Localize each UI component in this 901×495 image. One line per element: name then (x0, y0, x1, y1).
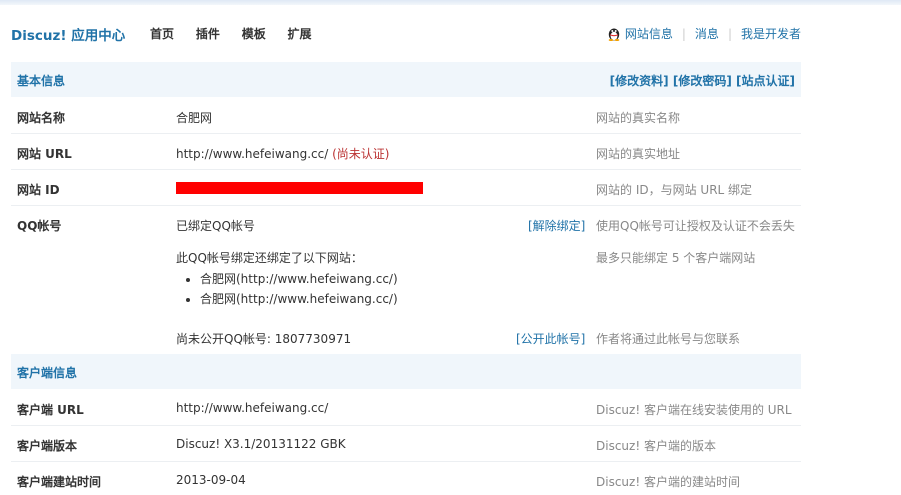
separator: | (681, 27, 686, 41)
row-site-id: 网站 ID 网站的 ID，与网站 URL 绑定 (11, 170, 801, 206)
field-value: http://www.hefeiwang.cc/ (尚未认证) (176, 145, 390, 162)
app-logo[interactable]: Discuz! 应用中心 (11, 24, 125, 44)
field-label: 客户端建站时间 (17, 475, 102, 489)
field-value: http://www.hefeiwang.cc/ (176, 401, 329, 415)
row-client-url: 客户端 URL http://www.hefeiwang.cc/ Discuz!… (11, 390, 801, 426)
field-label: 网站 ID (17, 183, 60, 197)
field-desc: Discuz! 客户端的建站时间 (596, 475, 740, 489)
make-public-link[interactable]: [公开此帐号] (516, 330, 585, 347)
nav-plugins[interactable]: 插件 (196, 25, 220, 42)
edit-profile-link[interactable]: [修改资料] (610, 74, 669, 88)
field-value: Discuz! X3.1/20131122 GBK (176, 437, 346, 451)
section-basic-info: 基本信息 [修改资料] [修改密码] [站点认证] (11, 62, 801, 97)
row-client-version: 客户端版本 Discuz! X3.1/20131122 GBK Discuz! … (11, 426, 801, 462)
nav-templates[interactable]: 模板 (242, 25, 266, 42)
row-site-url: 网站 URL http://www.hefeiwang.cc/ (尚未认证) 网… (11, 134, 801, 170)
main-nav: 首页 插件 模板 扩展 (150, 25, 330, 42)
section-client-info: 客户端信息 (11, 354, 801, 389)
header: Discuz! 应用中心 首页 插件 模板 扩展 网站信息 | 消息 | 我是开发者 (11, 16, 801, 50)
qq-desc: 使用QQ帐号可让授权及认证不会丢失 (596, 219, 795, 233)
list-item: 合肥网(http://www.hefeiwang.cc/) (200, 289, 398, 309)
unverified-status: (尚未认证) (332, 147, 390, 161)
field-label: 客户端版本 (17, 439, 78, 453)
qq-public-status: 尚未公开QQ帐号: 1807730971 (176, 332, 352, 346)
field-desc: Discuz! 客户端的版本 (596, 439, 716, 453)
row-client-build-date: 客户端建站时间 2013-09-04 Discuz! 客户端的建站时间 (11, 462, 801, 494)
section-title: 基本信息 (17, 74, 66, 88)
qq-penguin-icon (608, 28, 620, 41)
field-value: 2013-09-04 (176, 473, 246, 487)
qq-bound-text: 已绑定QQ帐号 (176, 219, 255, 233)
row-site-name: 网站名称 合肥网 网站的真实名称 (11, 98, 801, 134)
basic-actions: [修改资料] [修改密码] [站点认证] (610, 72, 795, 89)
link-developer[interactable]: 我是开发者 (741, 27, 801, 41)
redacted-site-id (176, 182, 423, 194)
nav-extensions[interactable]: 扩展 (288, 25, 312, 42)
field-label: 客户端 URL (17, 403, 84, 417)
field-label: QQ帐号 (17, 219, 62, 233)
contact-desc: 作者将通过此帐号与您联系 (596, 332, 741, 346)
link-site-info[interactable]: 网站信息 (625, 27, 673, 41)
change-password-link[interactable]: [修改密码] (673, 74, 732, 88)
field-label: 网站名称 (17, 111, 66, 125)
also-bound-text: 此QQ帐号绑定还绑定了以下网站： (176, 251, 363, 265)
field-value: 合肥网 (176, 111, 213, 125)
top-border (0, 0, 901, 5)
bind-limit-desc: 最多只能绑定 5 个客户端网站 (596, 251, 756, 265)
link-messages[interactable]: 消息 (695, 27, 719, 41)
separator: | (727, 27, 732, 41)
top-links: 网站信息 | 消息 | 我是开发者 (607, 25, 801, 42)
list-item: 合肥网(http://www.hefeiwang.cc/) (200, 269, 398, 289)
field-label: 网站 URL (17, 147, 72, 161)
site-verify-link[interactable]: [站点认证] (736, 74, 795, 88)
field-desc: 网站的真实名称 (596, 111, 681, 125)
field-desc: 网站的 ID，与网站 URL 绑定 (596, 183, 753, 197)
field-value (176, 181, 423, 195)
field-desc: 网站的真实地址 (596, 147, 681, 161)
unbind-link[interactable]: [解除绑定] (528, 217, 585, 234)
bound-sites-list: 合肥网(http://www.hefeiwang.cc/) 合肥网(http:/… (176, 269, 398, 309)
site-url-value: http://www.hefeiwang.cc/ (176, 147, 329, 161)
section-title: 客户端信息 (17, 366, 78, 380)
field-desc: Discuz! 客户端在线安装使用的 URL (596, 403, 792, 417)
nav-home[interactable]: 首页 (150, 25, 174, 42)
